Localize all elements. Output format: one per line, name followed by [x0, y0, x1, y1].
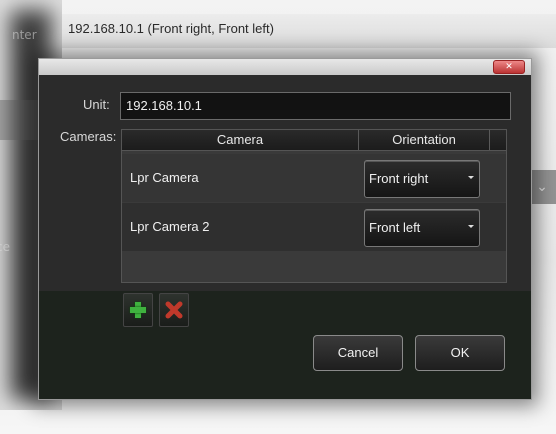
chevron-down-icon — [468, 176, 474, 179]
cameras-table: Camera Orientation Lpr Camera Front righ… — [121, 129, 507, 283]
chevron-down-icon — [468, 225, 474, 228]
background-window-title: 192.168.10.1 (Front right, Front left) — [68, 21, 274, 36]
cameras-label: Cameras: — [60, 129, 117, 144]
table-row[interactable]: Lpr Camera 2 Front left — [122, 203, 506, 251]
orientation-select[interactable]: Front right — [364, 160, 480, 198]
column-header-orientation[interactable]: Orientation — [359, 130, 490, 150]
table-row[interactable]: Lpr Camera Front right — [122, 154, 506, 202]
cancel-button[interactable]: Cancel — [313, 335, 403, 371]
background-left-text: nter — [12, 28, 37, 42]
x-icon — [165, 301, 183, 319]
background-left-text-2: ce — [0, 240, 10, 254]
add-camera-button[interactable] — [123, 293, 153, 327]
orientation-value: Front right — [369, 171, 429, 186]
orientation-select[interactable]: Front left — [364, 209, 480, 247]
remove-camera-button[interactable] — [159, 293, 189, 327]
close-icon[interactable]: ✕ — [493, 60, 525, 74]
column-header-camera[interactable]: Camera — [122, 130, 359, 150]
chevron-down-icon[interactable]: ⌄ — [528, 170, 556, 204]
unit-label: Unit: — [83, 97, 110, 112]
camera-dialog: ✕ Unit: 192.168.10.1 Cameras: Camera Ori… — [38, 58, 532, 400]
unit-input[interactable]: 192.168.10.1 — [120, 92, 511, 120]
dialog-header: ✕ — [39, 59, 531, 75]
background-left-item — [0, 100, 38, 140]
orientation-value: Front left — [369, 220, 421, 235]
camera-name: Lpr Camera 2 — [130, 219, 210, 234]
camera-name: Lpr Camera — [130, 170, 199, 185]
table-header: Camera Orientation — [122, 130, 506, 151]
ok-button[interactable]: OK — [415, 335, 505, 371]
